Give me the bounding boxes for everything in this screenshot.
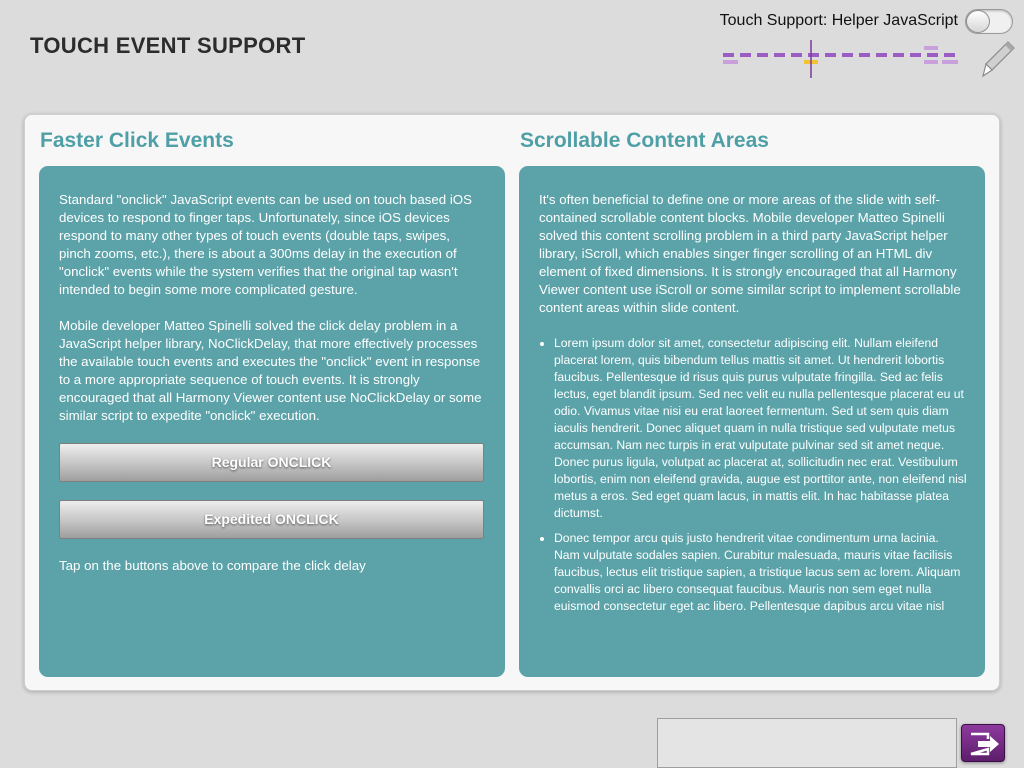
- right-intro: It's often beneficial to define one or m…: [539, 192, 961, 315]
- left-section-title: Faster Click Events: [40, 129, 234, 152]
- footer-box: [657, 718, 957, 768]
- left-paragraph-2: Mobile developer Matteo Spinelli solved …: [59, 318, 482, 423]
- slide-navigation-icon[interactable]: [720, 40, 965, 82]
- scroll-area[interactable]: Lorem ipsum dolor sit amet, consectetur …: [519, 335, 985, 615]
- right-section-title: Scrollable Content Areas: [520, 129, 769, 152]
- lorem-list: Lorem ipsum dolor sit amet, consectetur …: [554, 335, 967, 615]
- toggle-knob: [966, 10, 990, 33]
- regular-onclick-button[interactable]: Regular ONCLICK: [59, 443, 484, 482]
- left-paragraph-1: Standard "onclick" JavaScript events can…: [59, 192, 473, 297]
- exit-button[interactable]: [961, 724, 1005, 762]
- compare-hint: Tap on the buttons above to compare the …: [59, 558, 366, 573]
- expedited-onclick-button[interactable]: Expedited ONCLICK: [59, 500, 484, 539]
- list-item: Donec tempor arcu quis justo hendrerit v…: [554, 530, 967, 615]
- main-card: Faster Click Events Standard "onclick" J…: [24, 114, 1000, 691]
- list-item: Lorem ipsum dolor sit amet, consectetur …: [554, 335, 967, 522]
- nav-dashes: [723, 46, 958, 64]
- left-panel-content: Standard "onclick" JavaScript events can…: [39, 166, 505, 575]
- touch-support-label: Touch Support: Helper JavaScript: [719, 12, 958, 29]
- scrollable-content-panel[interactable]: It's often beneficial to define one or m…: [519, 166, 985, 677]
- exit-icon: [970, 732, 999, 756]
- page-title: TOUCH EVENT SUPPORT: [30, 33, 306, 58]
- right-panel-content: It's often beneficial to define one or m…: [519, 166, 985, 317]
- pen-icon[interactable]: [980, 40, 1016, 80]
- left-panel: Standard "onclick" JavaScript events can…: [39, 166, 505, 677]
- toggle-switch-icon[interactable]: [965, 9, 1013, 34]
